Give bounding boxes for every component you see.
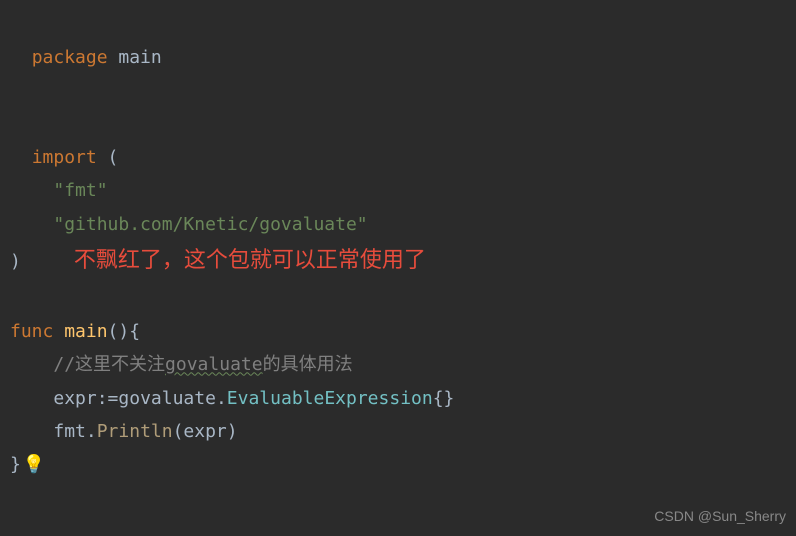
code-line-9[interactable]: //这里不关注govaluate的具体用法: [0, 348, 796, 381]
close-paren: ): [10, 251, 21, 272]
pkg-govaluate: govaluate: [118, 388, 216, 409]
call-args: (expr): [173, 421, 238, 442]
comment-text-pre: //这里不关注: [53, 354, 165, 375]
import-string-fmt: "fmt": [53, 180, 107, 201]
keyword-import: import: [32, 147, 97, 168]
close-brace: }: [10, 454, 21, 475]
watermark-text: CSDN @Sun_Sherry: [654, 504, 786, 530]
indent: [10, 421, 53, 442]
lightbulb-icon[interactable]: 💡: [23, 448, 45, 481]
ident-expr: expr: [53, 388, 96, 409]
func-signature: (){: [108, 321, 141, 342]
code-line-11[interactable]: fmt.Println(expr): [0, 415, 796, 448]
code-line-10[interactable]: expr:=govaluate.EvaluableExpression{}: [0, 382, 796, 415]
indent: [10, 388, 53, 409]
pkg-fmt: fmt: [53, 421, 86, 442]
code-line-5[interactable]: "github.com/Knetic/govaluate": [0, 208, 796, 241]
annotation-text: 不飘红了，这个包就可以正常使用了: [21, 248, 426, 273]
indent: [10, 354, 53, 375]
func-name-main: main: [53, 321, 107, 342]
comment-text-wavy: govaluate: [165, 354, 263, 375]
code-line-4[interactable]: "fmt": [0, 174, 796, 207]
operator-assign: :=: [97, 388, 119, 409]
comment-text-post: 的具体用法: [263, 354, 353, 375]
indent: [10, 180, 53, 201]
package-name: main: [108, 47, 162, 68]
code-line-1[interactable]: package main: [0, 8, 796, 75]
open-paren: (: [97, 147, 119, 168]
keyword-func: func: [10, 321, 53, 342]
braces: {}: [433, 388, 455, 409]
dot: .: [216, 388, 227, 409]
method-println: Println: [97, 421, 173, 442]
import-string-govaluate: "github.com/Knetic/govaluate": [53, 214, 367, 235]
code-line-3[interactable]: import (: [0, 108, 796, 175]
blank-line: [0, 75, 796, 108]
keyword-package: package: [32, 47, 108, 68]
dot: .: [86, 421, 97, 442]
code-line-8[interactable]: func main(){: [0, 315, 796, 348]
code-line-6[interactable]: ) 不飘红了，这个包就可以正常使用了: [0, 241, 796, 282]
blank-line: [0, 282, 796, 315]
type-name: EvaluableExpression: [227, 388, 433, 409]
indent: [10, 214, 53, 235]
code-line-12[interactable]: }💡: [0, 448, 796, 481]
